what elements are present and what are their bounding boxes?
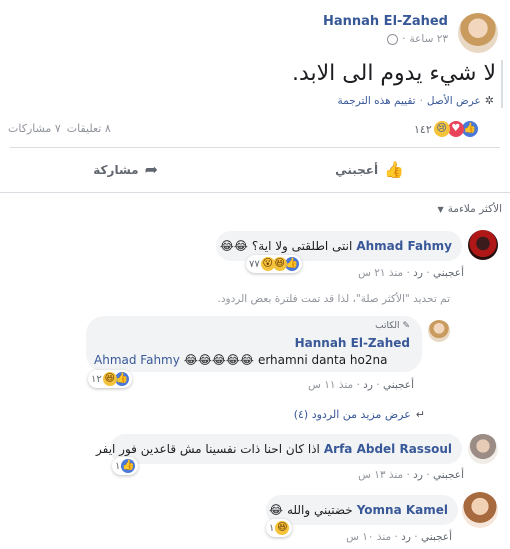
haha-icon: 😆 — [275, 521, 290, 535]
post-author-avatar[interactable] — [458, 13, 498, 53]
comment-reply-link[interactable]: رد — [363, 379, 373, 391]
like-button[interactable]: 👍 أعجبني — [335, 160, 404, 179]
laughing-emoji: 😂😂😂😂😂 — [183, 353, 254, 367]
comment-like-link[interactable]: أعجبني — [433, 267, 464, 279]
gear-icon[interactable]: ✲ — [485, 94, 494, 107]
translation-links: ✲ عرض الأصل · تقييم هذه الترجمة — [338, 94, 495, 107]
haha-icon: 😆 — [102, 372, 117, 386]
sort-label: الأكثر ملاءمة — [447, 203, 502, 215]
comment-reactions[interactable]: 👍 😆 ١٢ — [88, 370, 132, 388]
comment-author[interactable]: Arfa Abdel Rassoul — [324, 442, 452, 456]
comment-author[interactable]: Yomna Kamel — [357, 503, 448, 517]
comment-bubble: Arfa Abdel Rassoul اذا كان احنا ذات نفسي… — [96, 434, 462, 464]
chevron-down-icon: ▼ — [437, 204, 444, 214]
sad-icon: 😢 — [433, 121, 450, 137]
comment-reply-link[interactable]: رد — [413, 469, 423, 481]
thumbs-up-icon: 👍 — [384, 160, 404, 179]
comment-text: خضتيني والله — [286, 503, 353, 517]
comment-reply-link[interactable]: رد — [401, 531, 411, 543]
comment-reaction-count: ١ — [269, 522, 275, 534]
comment-avatar[interactable] — [468, 434, 498, 464]
comment-reply-link[interactable]: رد — [413, 267, 423, 279]
translation-border — [501, 60, 503, 108]
post-text: لا شيء يدوم الى الابد. — [291, 61, 496, 86]
post-author-name[interactable]: Hannah El-Zahed — [323, 14, 448, 29]
see-original-link[interactable]: عرض الأصل — [427, 95, 481, 107]
comment-author[interactable]: Ahmad Fahmy — [356, 239, 452, 253]
like-icon: 👍 — [114, 372, 129, 386]
like-icon: 👍 — [284, 257, 299, 271]
post-timestamp[interactable]: ٢٣ ساعة · — [387, 33, 448, 45]
share-arrow-icon: ➦ — [144, 160, 158, 179]
reply-arrow-icon: ↵ — [415, 408, 425, 421]
comment-time[interactable]: منذ ١٣ س — [358, 469, 403, 481]
sort-dropdown[interactable]: الأكثر ملاءمة ▼ — [438, 203, 502, 215]
comment-like-link[interactable]: أعجبني — [421, 531, 452, 543]
comment-author[interactable]: Hannah El-Zahed — [295, 336, 410, 350]
like-button-label: أعجبني — [335, 162, 379, 177]
love-icon: ♥ — [447, 121, 464, 137]
comment-reaction-count: ١ — [115, 460, 121, 472]
share-button[interactable]: ➦ مشاركة — [93, 160, 158, 179]
comment-reaction-count: ٧٧ — [249, 258, 260, 270]
wow-icon: 😮 — [260, 257, 275, 271]
post-time[interactable]: ٢٣ ساعة — [409, 33, 448, 45]
comment-meta: أعجبني · رد · منذ ١٣ س — [358, 469, 464, 481]
laughing-emoji: 😂 — [268, 503, 283, 517]
like-icon: 👍 — [461, 121, 478, 137]
comment-time[interactable]: منذ ٢١ س — [358, 267, 403, 279]
comment-bubble: ✎ الكاتب Hannah El-Zahed Ahmad Fahmy 😂😂😂… — [86, 316, 422, 372]
comment-text: انتى اطلقتى ولا اية؟ — [251, 239, 353, 253]
rate-translation-link[interactable]: تقييم هذه الترجمة — [338, 95, 416, 107]
author-badge: الكاتب — [375, 321, 400, 331]
dot-separator: · — [402, 33, 406, 45]
mention-link[interactable]: Ahmad Fahmy — [94, 353, 180, 367]
comment-meta: أعجبني · رد · منذ ١٠ س — [346, 531, 452, 543]
like-icon: 👍 — [121, 459, 136, 473]
comment-avatar[interactable] — [468, 230, 498, 260]
comment-like-link[interactable]: أعجبني — [433, 469, 464, 481]
comment-meta: أعجبني · رد · منذ ٢١ س — [358, 267, 464, 279]
comment-count[interactable]: ٨ تعليقات — [67, 122, 111, 135]
divider — [0, 192, 510, 193]
share-button-label: مشاركة — [93, 162, 139, 177]
more-replies-label: عرض مزيد من الردود (٤) — [293, 408, 411, 421]
comment-bubble: Yomna Kamel خضتيني والله 😂 — [266, 495, 458, 525]
filter-notice: تم تحديد "الأكثر صلة"، لذا قد تمت فلترة … — [217, 293, 450, 305]
divider — [10, 147, 500, 148]
comment-reactions[interactable]: 👍 ١ — [112, 457, 139, 475]
comment-reactions[interactable]: 😆 ١ — [266, 519, 293, 537]
comment-meta: أعجبني · رد · منذ ١١ س — [308, 379, 414, 391]
dot-separator: · — [419, 94, 423, 107]
comment-time[interactable]: منذ ١١ س — [308, 379, 353, 391]
comment-text: اذا كان احنا ذات نفسينا مش قاعدين فور اي… — [96, 442, 320, 456]
laughing-emoji: 😂😂 — [219, 239, 248, 253]
comment-time[interactable]: منذ ١٠ س — [346, 531, 391, 543]
more-replies-link[interactable]: ↵ عرض مزيد من الردود (٤) — [294, 408, 425, 421]
comment-reactions[interactable]: 👍 😆 😮 ٧٧ — [246, 255, 302, 273]
haha-icon: 😆 — [272, 257, 287, 271]
share-count[interactable]: ٧ مشاركات — [8, 122, 61, 135]
engagement-counts: ٨ تعليقات ٧ مشاركات — [8, 122, 111, 135]
pencil-icon: ✎ — [402, 321, 410, 331]
post-reactions[interactable]: 👍 ♥ 😢 ١٤٢ — [414, 121, 478, 137]
globe-icon — [387, 33, 399, 45]
comment-text: erhamni danta ho2na — [257, 353, 388, 367]
comment-like-link[interactable]: أعجبني — [383, 379, 414, 391]
reaction-count[interactable]: ١٤٢ — [414, 123, 432, 136]
comment-avatar[interactable] — [428, 320, 450, 342]
comment-avatar[interactable] — [462, 492, 498, 528]
comment-reaction-count: ١٢ — [91, 373, 102, 385]
